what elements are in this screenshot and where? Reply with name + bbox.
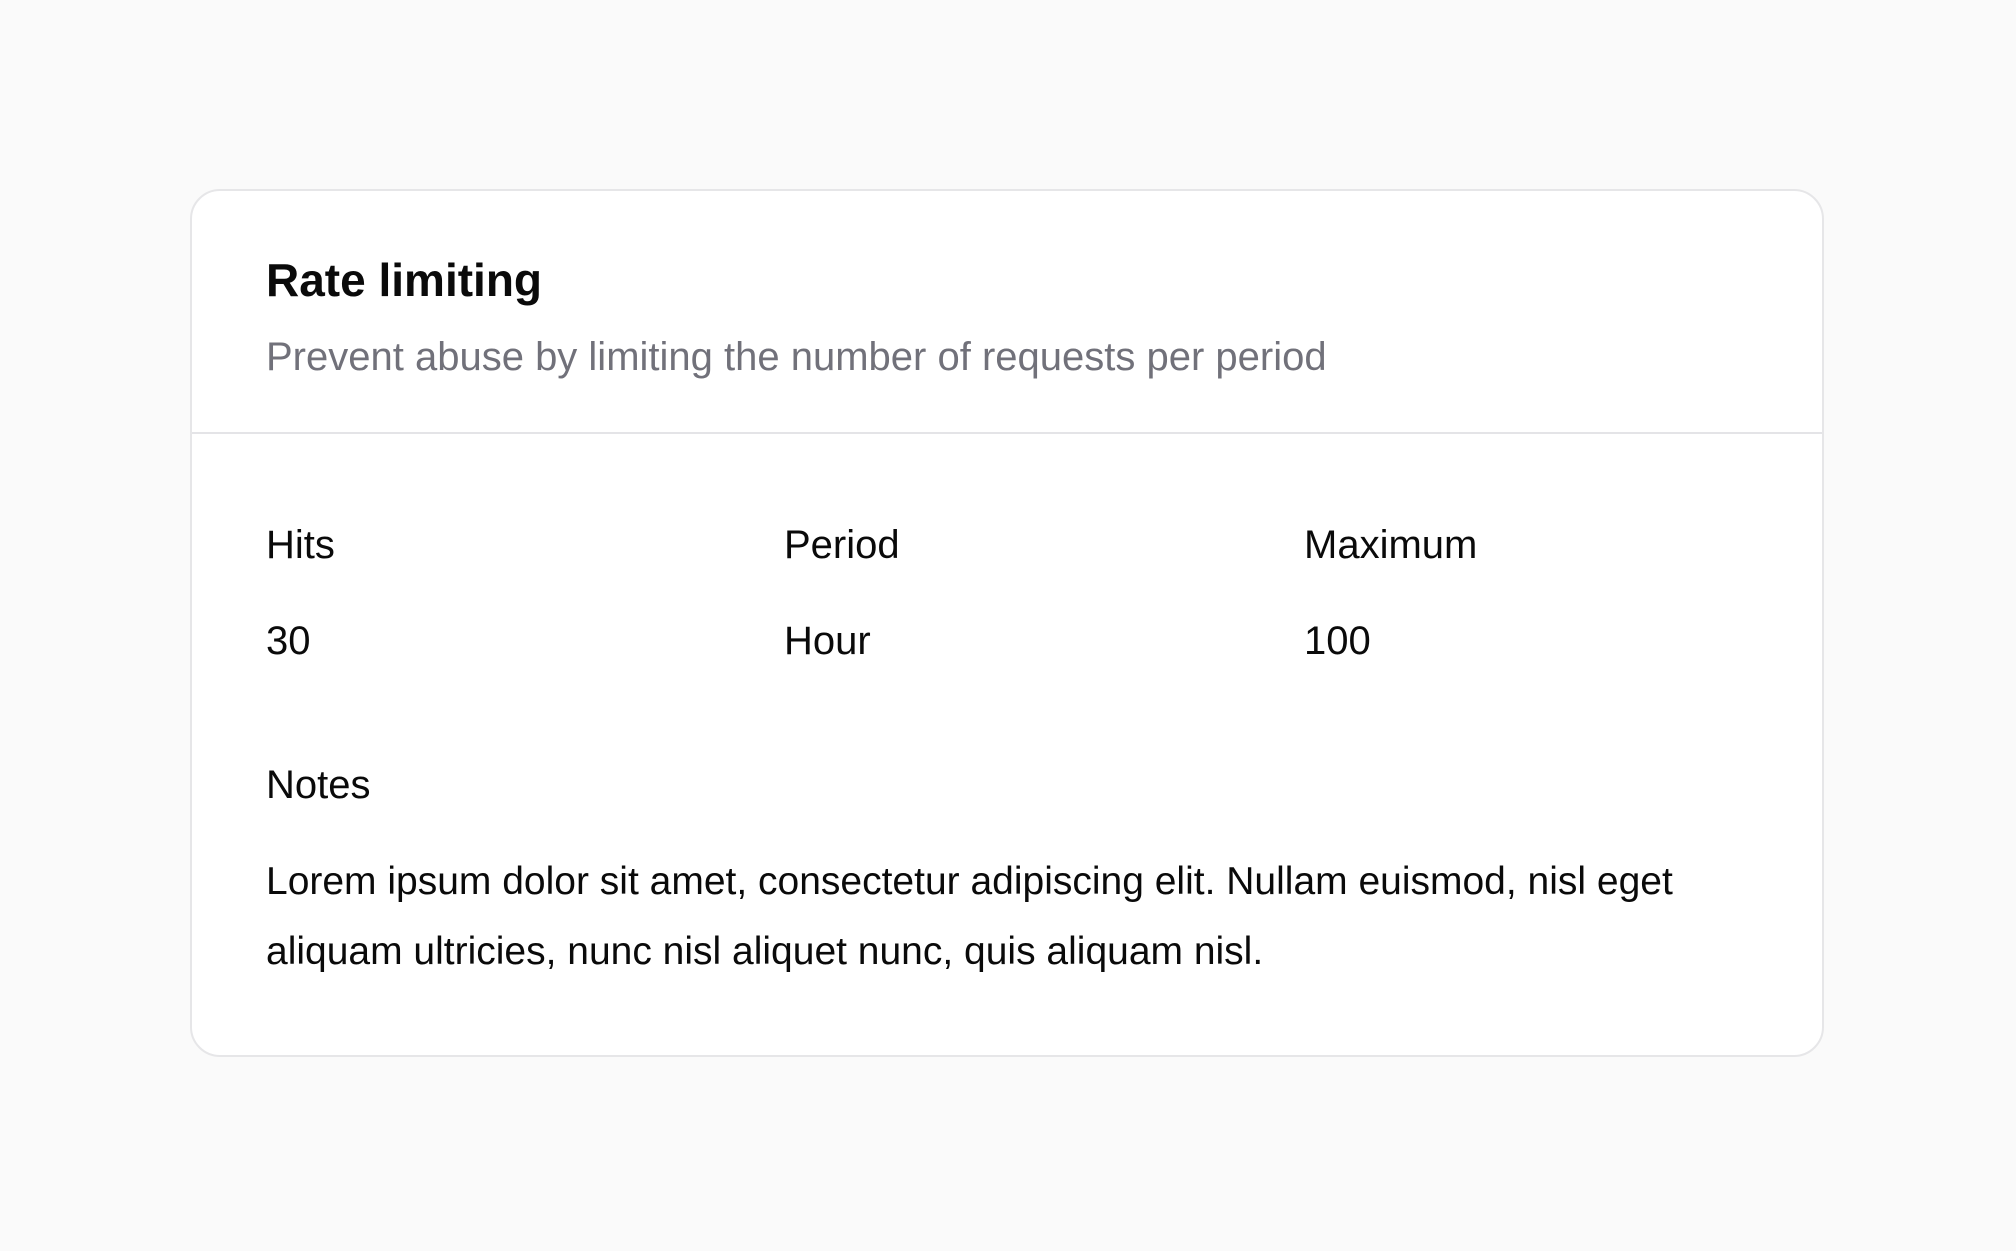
hits-value: 30 bbox=[266, 619, 311, 663]
period-label: Period bbox=[784, 523, 900, 567]
maximum-label: Maximum bbox=[1304, 523, 1478, 567]
notes-text: Lorem ipsum dolor sit amet, consectetur … bbox=[266, 860, 1673, 973]
divider bbox=[192, 432, 1822, 434]
maximum-value: 100 bbox=[1304, 619, 1371, 663]
period-value: Hour bbox=[784, 619, 871, 663]
notes-label: Notes bbox=[266, 763, 371, 807]
rate-limiting-card: Rate limiting Prevent abuse by limiting … bbox=[190, 189, 1824, 1057]
hits-label: Hits bbox=[266, 523, 335, 567]
card-title: Rate limiting bbox=[266, 254, 543, 306]
card-subtitle: Prevent abuse by limiting the number of … bbox=[266, 335, 1327, 379]
